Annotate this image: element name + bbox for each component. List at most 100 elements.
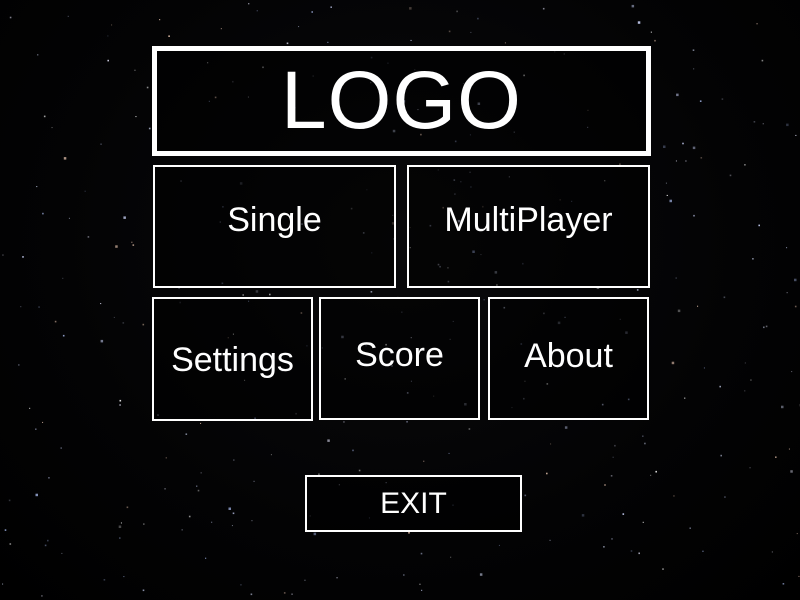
star xyxy=(250,593,253,596)
score-button[interactable]: Score xyxy=(319,297,480,420)
star xyxy=(702,550,704,552)
star xyxy=(48,477,50,479)
star xyxy=(637,21,641,24)
star xyxy=(165,457,167,459)
star xyxy=(564,426,568,429)
star xyxy=(684,397,686,399)
star xyxy=(37,54,39,56)
star xyxy=(123,216,126,219)
star xyxy=(723,296,726,299)
star xyxy=(42,421,44,423)
star xyxy=(20,306,22,308)
star xyxy=(35,428,37,430)
about-button[interactable]: About xyxy=(488,297,649,420)
star xyxy=(693,68,695,70)
main-menu-screen: LOGO Single MultiPlayer Settings Score A… xyxy=(0,0,800,600)
star xyxy=(477,17,479,20)
star xyxy=(689,527,691,529)
star xyxy=(132,244,135,246)
star xyxy=(233,459,235,461)
star xyxy=(84,190,86,192)
star xyxy=(196,485,198,487)
star xyxy=(665,182,667,184)
star xyxy=(408,532,410,534)
star xyxy=(693,214,695,217)
star xyxy=(409,7,412,10)
star xyxy=(798,575,800,577)
star xyxy=(756,23,758,25)
star xyxy=(248,3,250,5)
star xyxy=(330,6,332,8)
star xyxy=(358,469,361,472)
star xyxy=(142,589,145,592)
star xyxy=(9,543,12,545)
score-label: Score xyxy=(355,336,444,374)
star xyxy=(410,39,412,41)
star xyxy=(636,289,639,291)
star xyxy=(228,507,231,510)
star xyxy=(119,404,121,406)
star xyxy=(662,568,664,570)
multiplayer-button[interactable]: MultiPlayer xyxy=(407,165,650,288)
star xyxy=(113,316,115,318)
star xyxy=(8,499,11,502)
star xyxy=(765,325,768,328)
star xyxy=(654,39,656,42)
star xyxy=(343,421,345,423)
star xyxy=(721,98,724,100)
star xyxy=(421,589,423,591)
star xyxy=(327,439,330,442)
star xyxy=(663,145,666,148)
star xyxy=(115,245,118,248)
star xyxy=(603,546,605,548)
star xyxy=(100,303,102,305)
star xyxy=(2,254,4,256)
star xyxy=(675,160,677,162)
star xyxy=(62,277,64,279)
star xyxy=(675,277,677,279)
star xyxy=(100,143,102,145)
single-player-button[interactable]: Single xyxy=(153,165,396,288)
star xyxy=(211,521,213,523)
star xyxy=(126,506,129,509)
star xyxy=(118,525,122,528)
star xyxy=(692,146,696,150)
star xyxy=(775,456,777,458)
star xyxy=(29,407,31,409)
star xyxy=(781,405,784,409)
star xyxy=(419,583,421,585)
star xyxy=(164,488,166,490)
star xyxy=(232,512,235,515)
exit-button[interactable]: EXIT xyxy=(305,475,522,532)
star xyxy=(327,41,329,43)
star xyxy=(18,364,20,366)
star xyxy=(41,595,43,597)
star xyxy=(123,576,125,578)
star xyxy=(468,428,471,430)
star xyxy=(448,452,450,454)
star xyxy=(120,522,122,524)
star xyxy=(666,194,668,196)
star xyxy=(304,579,306,581)
star xyxy=(311,11,313,13)
star xyxy=(612,456,614,458)
star xyxy=(796,533,798,535)
star xyxy=(753,121,756,123)
star xyxy=(676,93,679,97)
star xyxy=(159,19,161,21)
game-logo: LOGO xyxy=(152,46,651,156)
star xyxy=(406,421,408,423)
star xyxy=(240,584,242,586)
star xyxy=(650,474,652,476)
star xyxy=(630,550,633,552)
settings-button[interactable]: Settings xyxy=(152,297,313,421)
star xyxy=(142,323,145,326)
star xyxy=(270,454,272,456)
single-player-label: Single xyxy=(227,201,322,239)
star xyxy=(107,59,109,62)
star xyxy=(581,514,585,517)
star xyxy=(546,472,548,475)
star xyxy=(611,538,613,540)
star xyxy=(298,26,300,28)
star xyxy=(700,157,703,159)
